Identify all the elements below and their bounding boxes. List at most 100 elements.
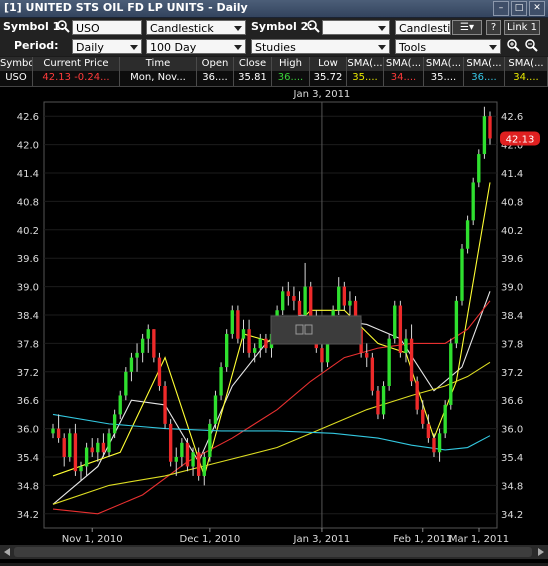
quote-value-cell: 36....	[197, 71, 234, 86]
y-tick-label-left: 41.4	[17, 169, 39, 180]
tools-select[interactable]: Tools	[395, 39, 501, 54]
candle-body	[152, 329, 156, 358]
candle-body	[381, 386, 386, 415]
candle-body	[163, 386, 167, 424]
candle-body	[365, 352, 369, 358]
period-select[interactable]: Daily	[72, 39, 142, 54]
candle-body	[140, 338, 145, 353]
candle-body	[415, 381, 419, 410]
help-button[interactable]: ?	[486, 20, 501, 35]
candle-body	[297, 300, 302, 315]
quote-grid-row[interactable]: USO 42.13 -0.24... Mon, Nov... 36.... 35.81 3…	[0, 71, 548, 87]
price-chart[interactable]: 42.6 42.642.0 42.041.4 41.440.8 40.840.2 40.2…	[0, 87, 548, 563]
quote-header-cell[interactable]: SMA(...	[347, 57, 384, 71]
chart-type2-select[interactable]: Candlestic	[395, 20, 451, 35]
candle-body	[56, 428, 61, 439]
candle-body	[118, 395, 122, 415]
quote-header-cell[interactable]: SMA(...	[384, 57, 424, 71]
window-title: [1] UNITED STS OIL FD LP UNITS - Daily	[4, 1, 248, 14]
y-tick-label-left: 38.4	[17, 311, 39, 322]
menu-icon[interactable]: ☰▾	[452, 20, 482, 35]
chevron-down-icon	[378, 45, 386, 50]
quote-header-cell[interactable]: Time	[120, 57, 197, 71]
sma-line	[52, 361, 491, 505]
period-value: Daily	[76, 41, 104, 54]
quote-header-cell[interactable]: SMA(...	[464, 57, 505, 71]
candle-body	[426, 423, 431, 439]
y-tick-label-left: 42.6	[17, 112, 39, 123]
y-tick-label-left: 34.2	[17, 510, 39, 521]
quote-header-cell[interactable]: High	[272, 57, 310, 71]
candle-body	[196, 452, 201, 476]
quote-value-cell: 36....	[272, 71, 310, 86]
candle-body	[219, 367, 223, 396]
candle-body	[51, 428, 55, 434]
close-icon[interactable]: ✕	[529, 1, 545, 16]
y-tick-label-right: 36.0	[501, 425, 523, 436]
chevron-down-icon	[378, 26, 386, 31]
candle-body	[202, 457, 206, 476]
quote-header-cell[interactable]: Open	[197, 57, 234, 71]
scrollbar-thumb[interactable]	[14, 547, 532, 557]
zoom-in-icon[interactable]	[506, 38, 520, 52]
candle-body	[191, 452, 195, 467]
range-select[interactable]: 100 Day	[146, 39, 246, 54]
quote-header-cell[interactable]: Close	[234, 57, 272, 71]
search-icon[interactable]	[56, 19, 70, 33]
candle-body	[79, 466, 83, 472]
y-tick-label-right: 40.8	[501, 197, 523, 208]
quote-header-cell[interactable]: Low	[310, 57, 347, 71]
y-tick-label-left: 37.2	[17, 368, 39, 379]
symbol1-input[interactable]: USO	[72, 20, 142, 35]
candle-body	[258, 338, 262, 349]
candle-body	[236, 310, 240, 339]
candle-body	[112, 414, 117, 434]
quote-header-cell[interactable]: Symbol	[0, 57, 33, 71]
symbol2-label: Symbol 2:	[251, 20, 313, 33]
minimize-icon[interactable]: –	[493, 1, 509, 16]
candle-body	[247, 329, 251, 353]
search-icon-2[interactable]	[306, 19, 320, 33]
y-tick-label-right: 35.4	[501, 453, 523, 464]
candle-body	[477, 154, 481, 183]
candle-body	[303, 286, 307, 315]
candle-body	[337, 286, 341, 311]
link-button[interactable]: Link 1	[504, 20, 540, 35]
candle-body	[90, 447, 94, 453]
y-tick-label-left: 34.8	[17, 481, 39, 492]
quote-value-cell: 35.81	[234, 71, 272, 86]
price-tag-label: 42.13	[506, 134, 535, 145]
candle-body	[437, 433, 442, 453]
candle-body	[135, 352, 139, 358]
window-controls: – □ ✕	[493, 1, 545, 16]
zoom-out-icon[interactable]	[524, 38, 538, 52]
y-tick-label-right: 39.0	[501, 283, 523, 294]
candle-body	[107, 433, 111, 453]
quote-value-cell: 34....	[384, 71, 424, 86]
x-tick-label: Jan 3, 2011	[293, 534, 351, 545]
candle-body	[68, 433, 72, 457]
y-tick-label-right: 40.2	[501, 226, 523, 237]
crosshair-date-label: Jan 3, 2011	[293, 89, 351, 100]
studies-select[interactable]: Studies	[251, 39, 390, 54]
quote-header-cell[interactable]: Current Price	[33, 57, 120, 71]
maximize-icon[interactable]: □	[511, 1, 527, 16]
y-tick-label-left: 39.0	[17, 283, 39, 294]
range-value: 100 Day	[150, 41, 197, 54]
candle-body	[146, 329, 150, 339]
y-tick-label-right: 34.8	[501, 481, 523, 492]
quote-header-cell[interactable]: SMA(...	[505, 57, 548, 71]
candle-body	[404, 338, 408, 353]
candle-body	[84, 447, 89, 467]
quote-value-cell: Mon, Nov...	[120, 71, 197, 86]
candle-body	[213, 395, 218, 424]
y-tick-label-right: 39.6	[501, 254, 523, 265]
candle-body	[421, 409, 425, 424]
symbol2-input[interactable]	[322, 20, 390, 35]
candle-body	[264, 338, 268, 349]
y-tick-label-left: 36.0	[17, 425, 39, 436]
chart-area[interactable]: 42.6 42.6 42.0 42.0 41.4 41.4 40.8 40.8 40.2 40.2…	[0, 87, 548, 563]
chart-type-select[interactable]: Candlestick	[146, 20, 246, 35]
candle-body	[101, 442, 106, 453]
quote-header-cell[interactable]: SMA(...	[424, 57, 464, 71]
